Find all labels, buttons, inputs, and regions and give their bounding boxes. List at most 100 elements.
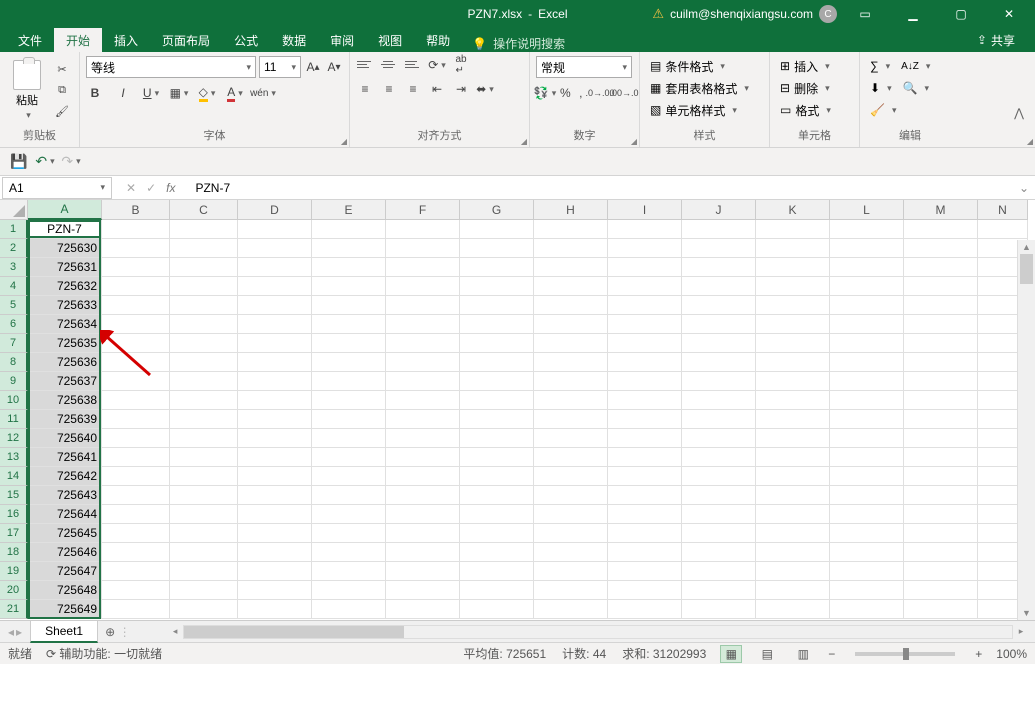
cell-B5[interactable] [102,296,170,315]
cell-F8[interactable] [386,353,460,372]
cell-H17[interactable] [534,524,608,543]
formula-input[interactable]: PZN-7 [187,181,1013,195]
cell-M4[interactable] [904,277,978,296]
font-size-combo[interactable]: 11▾ [259,56,301,78]
cell-K14[interactable] [756,467,830,486]
cell-K10[interactable] [756,391,830,410]
increase-font-icon[interactable]: A▴ [304,58,322,76]
cell-B17[interactable] [102,524,170,543]
cell-B14[interactable] [102,467,170,486]
cell-L10[interactable] [830,391,904,410]
sort-filter-button[interactable]: A↓Z▾ [897,56,934,76]
account-area[interactable]: ⚠ cuilm@shenqixiangsu.com C [652,5,837,23]
cell-D11[interactable] [238,410,312,429]
align-center-icon[interactable]: ≡ [380,80,398,98]
row-header-15[interactable]: 15 [0,486,28,505]
accessibility-status[interactable]: ⟳ 辅助功能: 一切就绪 [46,645,162,662]
cell-G1[interactable] [460,220,534,239]
percent-format-icon[interactable]: % [560,84,571,102]
comma-format-icon[interactable]: , [577,84,585,102]
cell-J5[interactable] [682,296,756,315]
cell-H6[interactable] [534,315,608,334]
cell-B3[interactable] [102,258,170,277]
row-header-19[interactable]: 19 [0,562,28,581]
conditional-format-button[interactable]: ▤条件格式▾ [646,56,763,76]
cell-D5[interactable] [238,296,312,315]
cell-M21[interactable] [904,600,978,619]
cell-B7[interactable] [102,334,170,353]
cell-C2[interactable] [170,239,238,258]
cell-E6[interactable] [312,315,386,334]
cell-D16[interactable] [238,505,312,524]
cell-G2[interactable] [460,239,534,258]
cell-A4[interactable]: 725632 [28,277,102,296]
cell-M19[interactable] [904,562,978,581]
page-break-view-button[interactable]: ▥ [792,645,814,663]
cell-A18[interactable]: 725646 [28,543,102,562]
cell-G7[interactable] [460,334,534,353]
cell-A20[interactable]: 725648 [28,581,102,600]
cell-L9[interactable] [830,372,904,391]
cell-L3[interactable] [830,258,904,277]
cell-K7[interactable] [756,334,830,353]
cell-B16[interactable] [102,505,170,524]
number-dialog-launcher[interactable]: ◢ [631,137,637,146]
cell-M14[interactable] [904,467,978,486]
cell-C11[interactable] [170,410,238,429]
number-format-combo[interactable]: 常规▾ [536,56,632,78]
cell-M11[interactable] [904,410,978,429]
cell-E3[interactable] [312,258,386,277]
cell-E15[interactable] [312,486,386,505]
cell-I12[interactable] [608,429,682,448]
zoom-level[interactable]: 100% [996,647,1027,661]
cell-K13[interactable] [756,448,830,467]
cell-I8[interactable] [608,353,682,372]
cell-J8[interactable] [682,353,756,372]
row-header-9[interactable]: 9 [0,372,28,391]
cell-F13[interactable] [386,448,460,467]
cell-I14[interactable] [608,467,682,486]
cell-I21[interactable] [608,600,682,619]
row-header-13[interactable]: 13 [0,448,28,467]
cell-M1[interactable] [904,220,978,239]
cell-L13[interactable] [830,448,904,467]
cell-D6[interactable] [238,315,312,334]
row-header-21[interactable]: 21 [0,600,28,619]
cell-J11[interactable] [682,410,756,429]
cell-F18[interactable] [386,543,460,562]
cell-G8[interactable] [460,353,534,372]
cell-B1[interactable] [102,220,170,239]
cell-H5[interactable] [534,296,608,315]
cell-M10[interactable] [904,391,978,410]
cell-C14[interactable] [170,467,238,486]
cell-A12[interactable]: 725640 [28,429,102,448]
cell-I4[interactable] [608,277,682,296]
cell-J14[interactable] [682,467,756,486]
bold-button[interactable]: B [86,84,104,102]
cell-A3[interactable]: 725631 [28,258,102,277]
cell-E7[interactable] [312,334,386,353]
cell-G16[interactable] [460,505,534,524]
cell-I20[interactable] [608,581,682,600]
column-header-E[interactable]: E [312,200,386,220]
cell-C13[interactable] [170,448,238,467]
increase-indent-icon[interactable]: ⇥ [452,80,470,98]
cell-B15[interactable] [102,486,170,505]
cell-F21[interactable] [386,600,460,619]
cell-K12[interactable] [756,429,830,448]
cell-G20[interactable] [460,581,534,600]
cell-F17[interactable] [386,524,460,543]
cell-E19[interactable] [312,562,386,581]
cell-K3[interactable] [756,258,830,277]
cell-C19[interactable] [170,562,238,581]
zoom-in-button[interactable]: + [975,647,982,661]
cell-F20[interactable] [386,581,460,600]
cell-L18[interactable] [830,543,904,562]
autosum-button[interactable]: ∑▾ [866,56,894,76]
font-dialog-launcher[interactable]: ◢ [341,137,347,146]
sheet-nav-prev[interactable]: ◂ [8,625,14,639]
cell-I15[interactable] [608,486,682,505]
cell-D7[interactable] [238,334,312,353]
increase-decimal-icon[interactable]: .0→.00 [591,84,609,102]
cell-F10[interactable] [386,391,460,410]
